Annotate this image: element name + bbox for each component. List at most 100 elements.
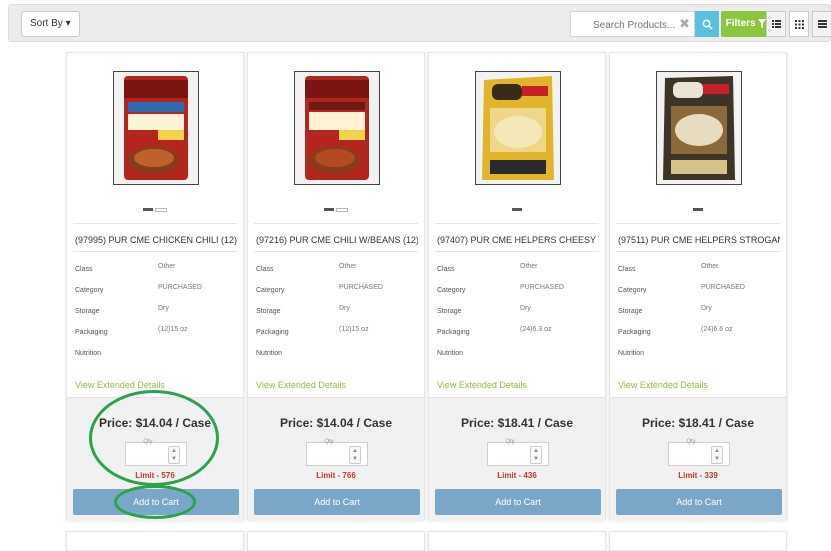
class-label: Class	[75, 266, 93, 273]
divider	[73, 223, 237, 224]
divider	[616, 223, 780, 224]
image-carousel-dots[interactable]	[248, 201, 424, 219]
category-label: Category	[437, 287, 466, 294]
search-button[interactable]	[695, 11, 719, 37]
storage-label: Storage	[75, 308, 100, 315]
product-title[interactable]: (97995) PUR CME CHICKEN CHILI (12)15 oz	[75, 235, 237, 245]
product-card-next-row	[66, 531, 244, 551]
detail-view-button[interactable]	[812, 11, 831, 37]
search-icon	[702, 19, 713, 30]
divider	[435, 251, 599, 252]
storage-value: Dry	[701, 305, 712, 312]
product-image[interactable]	[294, 71, 380, 185]
image-carousel-dots[interactable]	[610, 201, 786, 219]
class-value: Other	[339, 263, 357, 270]
product-image[interactable]	[475, 71, 561, 185]
packaging-value: (12)15 oz	[158, 326, 188, 333]
category-value: PURCHASED	[158, 284, 202, 291]
product-info: (97407) PUR CME HELPERS CHEESY TUNA... C…	[429, 53, 605, 397]
qty-placeholder: Qty	[143, 439, 153, 445]
carousel-dot[interactable]	[693, 208, 703, 212]
add-to-cart-button[interactable]: Add to Cart	[435, 489, 601, 515]
product-title[interactable]: (97407) PUR CME HELPERS CHEESY TUNA...	[437, 235, 599, 245]
quantity-input[interactable]: Qty ▲ ▼	[668, 439, 730, 466]
quantity-input[interactable]: Qty ▲ ▼	[487, 439, 549, 466]
filters-button[interactable]: Filters	[721, 11, 771, 37]
purchase-panel: Price: $18.41 / Case Qty ▲ ▼ Limit - 436 …	[429, 397, 605, 521]
packaging-label: Packaging	[75, 329, 108, 336]
tuna-pouch-image	[476, 72, 560, 184]
product-card-next-row	[428, 531, 606, 551]
price-label: Price: $14.04 / Case	[279, 416, 393, 430]
carousel-dot[interactable]	[155, 207, 167, 212]
clear-icon[interactable]: ✖	[679, 16, 690, 32]
image-carousel-dots[interactable]	[67, 201, 243, 219]
search-box: ✖	[570, 11, 695, 37]
class-label: Class	[618, 266, 636, 273]
qty-placeholder: Qty	[505, 439, 515, 445]
carousel-dot[interactable]	[336, 207, 348, 212]
product-title[interactable]: (97216) PUR CME CHILI W/BEANS (12)15 oz	[256, 235, 418, 245]
toolbar: Sort By ▾ ✖ Filters	[8, 4, 831, 42]
search-input[interactable]	[591, 13, 690, 37]
limit-label: Limit - 436	[497, 471, 537, 480]
class-value: Other	[158, 263, 176, 270]
carousel-dot[interactable]	[324, 208, 334, 212]
grid-view-icon	[794, 19, 804, 29]
product-title[interactable]: (97511) PUR CME HELPERS STROGANOFF ...	[618, 235, 780, 245]
product-image[interactable]	[113, 71, 199, 185]
add-to-cart-button[interactable]: Add to Cart	[254, 489, 420, 515]
view-extended-details-link[interactable]: View Extended Details	[75, 380, 165, 390]
quantity-input[interactable]: Qty ▲ ▼	[125, 439, 187, 466]
storage-value: Dry	[339, 305, 350, 312]
category-value: PURCHASED	[520, 284, 564, 291]
product-info: (97511) PUR CME HELPERS STROGANOFF ... C…	[610, 53, 786, 397]
divider	[254, 251, 418, 252]
stepper-icon[interactable]: ▲ ▼	[168, 446, 180, 464]
price-label: Price: $18.41 / Case	[641, 416, 755, 430]
filters-label: Filters	[725, 18, 756, 29]
list-view-button[interactable]	[766, 11, 786, 37]
product-info: (97216) PUR CME CHILI W/BEANS (12)15 oz …	[248, 53, 424, 397]
stepper-icon[interactable]: ▲ ▼	[711, 446, 723, 464]
product-card: (97511) PUR CME HELPERS STROGANOFF ... C…	[609, 52, 787, 521]
purchase-panel: Price: $18.41 / Case Qty ▲ ▼ Limit - 339 …	[610, 397, 786, 521]
packaging-value: (24)6.3 oz	[520, 326, 552, 333]
storage-value: Dry	[158, 305, 169, 312]
qty-placeholder: Qty	[324, 439, 334, 445]
storage-value: Dry	[520, 305, 531, 312]
nutrition-label: Nutrition	[437, 350, 464, 357]
sort-by-dropdown[interactable]: Sort By ▾	[21, 11, 80, 37]
product-image[interactable]	[656, 71, 742, 185]
category-value: PURCHASED	[339, 284, 383, 291]
limit-label: Limit - 339	[678, 471, 718, 480]
qty-placeholder: Qty	[686, 439, 696, 445]
storage-label: Storage	[618, 308, 643, 315]
product-card: (97216) PUR CME CHILI W/BEANS (12)15 oz …	[247, 52, 425, 521]
product-card-next-row	[609, 531, 787, 551]
class-value: Other	[520, 263, 538, 270]
category-label: Category	[75, 287, 104, 294]
carousel-dot[interactable]	[512, 208, 522, 212]
quantity-input[interactable]: Qty ▲ ▼	[306, 439, 368, 466]
grid-view-button[interactable]	[789, 11, 809, 37]
image-carousel-dots[interactable]	[429, 201, 605, 219]
view-extended-details-link[interactable]: View Extended Details	[437, 380, 527, 390]
divider	[254, 223, 418, 224]
carousel-dot[interactable]	[143, 208, 153, 212]
price-label: Price: $14.04 / Case	[98, 416, 212, 430]
add-to-cart-button[interactable]: Add to Cart	[73, 489, 239, 515]
price-label: Price: $18.41 / Case	[460, 416, 574, 430]
view-extended-details-link[interactable]: View Extended Details	[256, 380, 346, 390]
product-card: (97995) PUR CME CHICKEN CHILI (12)15 oz …	[66, 52, 244, 521]
stepper-icon[interactable]: ▲ ▼	[530, 446, 542, 464]
divider	[73, 251, 237, 252]
add-to-cart-button[interactable]: Add to Cart	[616, 489, 782, 515]
view-extended-details-link[interactable]: View Extended Details	[618, 380, 708, 390]
stepper-icon[interactable]: ▲ ▼	[349, 446, 361, 464]
purchase-panel: Price: $14.04 / Case Qty ▲ ▼ Limit - 766 …	[248, 397, 424, 521]
divider	[435, 223, 599, 224]
chili-beans-can-image	[295, 72, 379, 184]
storage-label: Storage	[437, 308, 462, 315]
stroganoff-pouch-image	[657, 72, 741, 184]
